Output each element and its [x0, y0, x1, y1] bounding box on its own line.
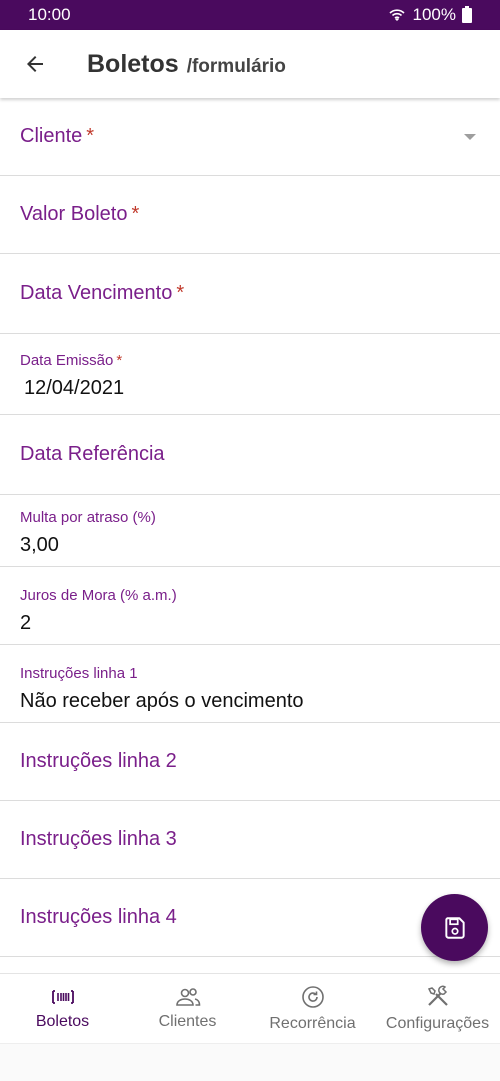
- recurrence-icon: [301, 985, 324, 1008]
- tools-icon: [427, 985, 448, 1006]
- multa-value: 3,00: [20, 534, 59, 556]
- data-vencimento-label: Data Vencimento *: [20, 282, 185, 304]
- valor-boleto-field[interactable]: Valor Boleto *: [0, 176, 500, 254]
- data-referencia-label: Data Referência: [20, 443, 165, 465]
- nav-label-clientes: Clientes: [158, 1012, 217, 1030]
- instrucoes-linha-1-label: Instruções linha 1: [20, 665, 138, 682]
- arrow-back-icon: [27, 56, 43, 72]
- back-button[interactable]: [0, 30, 70, 98]
- save-button[interactable]: [421, 894, 488, 961]
- cliente-label: Cliente *: [20, 125, 95, 147]
- nav-label-recorrencia: Recorrência: [269, 1014, 356, 1032]
- multa-field[interactable]: Multa por atraso (%) 3,00: [0, 495, 500, 567]
- instrucoes-linha-2-field[interactable]: Instruções linha 2: [0, 723, 500, 801]
- cliente-select[interactable]: Cliente *: [0, 98, 500, 176]
- juros-field[interactable]: Juros de Mora (% a.m.) 2: [0, 567, 500, 645]
- page-title-group: Boletos /formulário: [87, 50, 286, 79]
- data-emissao-value: 12/04/2021: [24, 377, 125, 399]
- multa-label: Multa por atraso (%): [20, 509, 156, 526]
- data-emissao-label: Data Emissão *: [20, 352, 123, 369]
- users-icon: [175, 987, 200, 1006]
- juros-value: 2: [20, 612, 32, 634]
- page-subtitle: /formulário: [186, 55, 286, 77]
- nav-item-configuracoes[interactable]: Configurações: [375, 974, 500, 1043]
- data-referencia-field[interactable]: Data Referência: [0, 415, 500, 495]
- status-right: 100%: [387, 5, 472, 25]
- nav-item-clientes[interactable]: Clientes: [125, 974, 250, 1043]
- instrucoes-linha-2-label: Instruções linha 2: [20, 750, 177, 772]
- wifi-icon: [388, 9, 405, 21]
- app-bar: Boletos /formulário: [0, 30, 500, 98]
- instrucoes-linha-1-value: Não receber após o vencimento: [20, 690, 304, 712]
- instrucoes-linha-4-label: Instruções linha 4: [20, 906, 177, 928]
- data-emissao-field[interactable]: Data Emissão * 12/04/2021: [0, 334, 500, 415]
- instrucoes-linha-1-field[interactable]: Instruções linha 1 Não receber após o ve…: [0, 645, 500, 723]
- battery-level: 100%: [412, 5, 456, 24]
- status-bar: 10:00 100%: [0, 0, 500, 30]
- boleto-form: Cliente * Valor Boleto * Data Vencimento * …: [0, 98, 500, 957]
- nav-label-configuracoes: Configurações: [385, 1014, 490, 1032]
- nav-item-recorrencia[interactable]: Recorrência: [250, 974, 375, 1043]
- bottom-strip: [0, 1043, 500, 1081]
- valor-boleto-label: Valor Boleto *: [20, 203, 140, 225]
- status-time: 10:00: [28, 5, 71, 24]
- juros-label: Juros de Mora (% a.m.): [20, 587, 177, 604]
- data-vencimento-field[interactable]: Data Vencimento *: [0, 254, 500, 334]
- nav-item-boletos[interactable]: Boletos: [0, 974, 125, 1043]
- instrucoes-linha-3-label: Instruções linha 3: [20, 828, 177, 850]
- instrucoes-linha-3-field[interactable]: Instruções linha 3: [0, 801, 500, 879]
- nav-label-boletos: Boletos: [35, 1012, 90, 1030]
- chevron-down-icon: [464, 133, 476, 140]
- bottom-navigation: Boletos Clientes Recorrência Configuraçõ…: [0, 973, 500, 1043]
- save-icon: [444, 916, 465, 939]
- battery-icon: [462, 5, 472, 23]
- page-title: Boletos: [87, 49, 179, 78]
- barcode-icon: [51, 989, 74, 1004]
